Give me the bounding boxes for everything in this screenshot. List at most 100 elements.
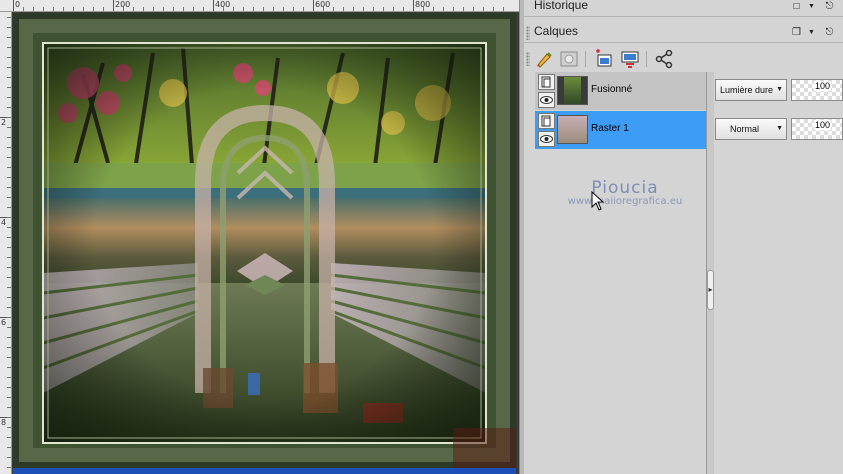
- ruler-minor-tick: [43, 7, 44, 11]
- panel-splitter[interactable]: ▸: [706, 72, 714, 474]
- ruler-minor-tick: [7, 137, 11, 138]
- ruler-minor-tick: [503, 7, 504, 11]
- ruler-minor-tick: [73, 7, 74, 11]
- ruler-minor-tick: [7, 127, 11, 128]
- ruler-minor-tick: [7, 197, 11, 198]
- ruler-minor-tick: [293, 7, 294, 11]
- ruler-minor-tick: [7, 17, 11, 18]
- ruler-minor-tick: [333, 7, 334, 11]
- ruler-minor-tick: [7, 147, 11, 148]
- ruler-minor-tick: [7, 107, 11, 108]
- canvas-area[interactable]: 0 200 400 600 800 2 4 6 8: [0, 0, 519, 474]
- ruler-minor-tick: [7, 337, 11, 338]
- layer-name: Raster 1: [591, 123, 629, 134]
- ruler-minor-tick: [7, 457, 11, 458]
- maximize-icon[interactable]: □: [790, 0, 803, 13]
- ruler-minor-tick: [7, 427, 11, 428]
- layer-row-fusionne[interactable]: Fusionné: [535, 72, 707, 110]
- layers-list: Fusionné Raster 1: [535, 72, 707, 474]
- ruler-minor-tick: [7, 27, 11, 28]
- ruler-minor-tick: [93, 7, 94, 11]
- share-icon[interactable]: [654, 49, 674, 69]
- ruler-minor-tick: [7, 377, 11, 378]
- right-panels: Historique □ ▼ ⎋ Calques ❐ ▼ ⎋ Fusionné …: [524, 0, 843, 474]
- ruler-minor-tick: [7, 267, 11, 268]
- ruler-tick: [113, 0, 114, 11]
- ruler-label: 0: [15, 0, 21, 9]
- ruler-minor-tick: [7, 167, 11, 168]
- canvas-scrollbar[interactable]: [13, 468, 516, 474]
- artwork-image[interactable]: [13, 13, 516, 468]
- visibility-eye-icon[interactable]: [538, 131, 555, 147]
- layer-name: Fusionné: [591, 84, 633, 95]
- chevron-down-icon: ▼: [776, 125, 783, 132]
- chevron-down-icon[interactable]: ▼: [805, 0, 818, 13]
- opacity-field[interactable]: 100: [791, 79, 843, 101]
- ruler-minor-tick: [7, 277, 11, 278]
- ruler-tick: [213, 0, 214, 11]
- blend-mode-select[interactable]: Lumière dure ▼: [715, 79, 787, 101]
- blend-mode-value: Normal: [730, 124, 760, 134]
- ruler-label: 6: [1, 318, 7, 327]
- ruler-minor-tick: [153, 7, 154, 11]
- new-layer-icon[interactable]: [594, 49, 614, 69]
- watermark-url: www.maiioregrafica.eu: [567, 196, 683, 207]
- ruler-minor-tick: [403, 7, 404, 11]
- ruler-minor-tick: [163, 7, 164, 11]
- panel-grip-icon[interactable]: [526, 26, 530, 40]
- blend-mode-select[interactable]: Normal ▼: [715, 118, 787, 140]
- ruler-minor-tick: [7, 347, 11, 348]
- layer-type-icon[interactable]: [538, 113, 555, 129]
- mask-icon[interactable]: [559, 49, 579, 69]
- toolbar-grip-icon[interactable]: [526, 52, 530, 66]
- ruler-minor-tick: [283, 7, 284, 11]
- ruler-minor-tick: [223, 7, 224, 11]
- opacity-value: 100: [813, 81, 831, 91]
- layer-effects-icon[interactable]: [620, 49, 640, 69]
- layer-props-raster-1: Normal ▼ 100: [714, 111, 843, 149]
- ruler-minor-tick: [7, 77, 11, 78]
- ruler-minor-tick: [7, 157, 11, 158]
- ruler-minor-tick: [7, 327, 11, 328]
- history-panel-header: Historique □ ▼ ⎋: [524, 0, 843, 17]
- ruler-minor-tick: [373, 7, 374, 11]
- ruler-minor-tick: [133, 7, 134, 11]
- ruler-label: 8: [1, 418, 7, 427]
- layer-thumbnail: [557, 76, 588, 105]
- ruler-minor-tick: [7, 397, 11, 398]
- ruler-minor-tick: [7, 117, 11, 118]
- ruler-minor-tick: [7, 57, 11, 58]
- layer-group-icon[interactable]: [538, 74, 555, 90]
- ruler-minor-tick: [323, 7, 324, 11]
- layer-properties: Lumière dure ▼ 100 Normal ▼ 100: [714, 72, 843, 474]
- ruler-minor-tick: [7, 317, 11, 318]
- ruler-minor-tick: [83, 7, 84, 11]
- ruler-minor-tick: [7, 187, 11, 188]
- collapse-arrow-icon[interactable]: ▸: [707, 270, 714, 310]
- ruler-minor-tick: [7, 207, 11, 208]
- blend-mode-value: Lumière dure: [720, 85, 774, 95]
- pin-icon[interactable]: ⎋: [823, 26, 836, 39]
- layers-panel-title: Calques: [534, 24, 579, 38]
- restore-icon[interactable]: ❐: [790, 26, 803, 39]
- chevron-down-icon[interactable]: ▼: [805, 26, 818, 39]
- ruler-minor-tick: [243, 7, 244, 11]
- ruler-minor-tick: [7, 37, 11, 38]
- layer-row-raster-1[interactable]: Raster 1: [535, 111, 707, 149]
- ruler-minor-tick: [433, 7, 434, 11]
- ruler-label: 4: [1, 218, 7, 227]
- layer-props-fusionne: Lumière dure ▼ 100: [714, 72, 843, 110]
- ruler-minor-tick: [103, 7, 104, 11]
- paint-brush-icon[interactable]: [534, 49, 554, 69]
- ruler-minor-tick: [7, 237, 11, 238]
- ruler-minor-tick: [493, 7, 494, 11]
- pin-icon[interactable]: ⎋: [823, 0, 836, 13]
- ruler-minor-tick: [7, 407, 11, 408]
- layers-panel-header: Calques ❐ ▼ ⎋: [524, 23, 843, 43]
- opacity-field[interactable]: 100: [791, 118, 843, 140]
- ruler-minor-tick: [33, 7, 34, 11]
- visibility-eye-icon[interactable]: [538, 92, 555, 108]
- chevron-down-icon: ▼: [776, 86, 783, 93]
- ruler-minor-tick: [7, 387, 11, 388]
- ruler-minor-tick: [23, 7, 24, 11]
